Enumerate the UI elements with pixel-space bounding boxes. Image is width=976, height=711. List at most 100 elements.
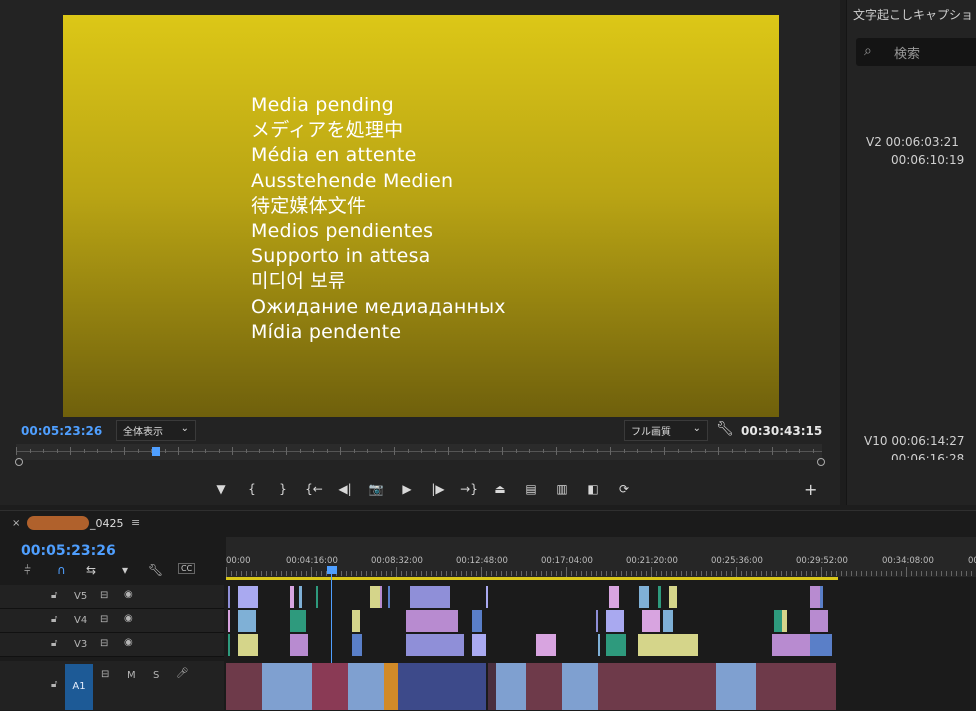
- clip-v3[interactable]: [228, 634, 230, 656]
- add-marker-button[interactable]: ▼: [210, 482, 232, 496]
- clip-v5[interactable]: [639, 586, 649, 608]
- lift-button[interactable]: ⏏: [489, 482, 511, 496]
- clip-v3[interactable]: [606, 634, 626, 656]
- mark-out-button[interactable]: }: [272, 482, 294, 496]
- clip-v5[interactable]: [380, 586, 382, 608]
- clip-a1[interactable]: [562, 663, 598, 710]
- clip-v4[interactable]: [352, 610, 360, 632]
- zoom-handle-left[interactable]: [15, 458, 23, 466]
- time-ruler[interactable]: [226, 537, 976, 577]
- snap-icon[interactable]: ⫩: [24, 563, 31, 578]
- video-frame[interactable]: Media pending メディアを処理中 Média en attente Aus…: [63, 15, 779, 417]
- sync-lock-icon[interactable]: ⊟: [100, 590, 108, 601]
- clip-v5[interactable]: [658, 586, 661, 608]
- mark-in-button[interactable]: {: [241, 482, 263, 496]
- lock-icon[interactable]: 🔓︎: [51, 614, 57, 625]
- clip-v5[interactable]: [316, 586, 318, 608]
- go-to-in-button[interactable]: {←: [303, 482, 325, 496]
- clip-v3[interactable]: [638, 634, 698, 656]
- step-forward-button[interactable]: |▶: [427, 482, 449, 496]
- clip-v3[interactable]: [536, 634, 556, 656]
- mute-button[interactable]: M: [127, 670, 136, 681]
- clip-a1[interactable]: [262, 663, 312, 710]
- clip-a1[interactable]: [756, 663, 816, 710]
- export-frame-button[interactable]: 📷: [365, 482, 387, 496]
- clip-a1[interactable]: [348, 663, 384, 710]
- lock-icon[interactable]: 🔓︎: [51, 590, 57, 601]
- clip-a1[interactable]: [816, 663, 836, 710]
- clip-v3[interactable]: [598, 634, 600, 656]
- eye-icon[interactable]: ◉: [124, 589, 133, 600]
- lock-icon[interactable]: 🔓︎: [51, 638, 57, 649]
- lock-icon[interactable]: 🔓︎: [51, 679, 57, 690]
- menu-icon[interactable]: ≡: [131, 516, 140, 529]
- clip-v4[interactable]: [642, 610, 660, 632]
- clip-v3[interactable]: [238, 634, 258, 656]
- sync-lock-icon[interactable]: ⊟: [100, 614, 108, 625]
- insert-button[interactable]: ▤: [520, 482, 542, 496]
- clip-v4[interactable]: [290, 610, 306, 632]
- zoom-select[interactable]: 全体表示 ⌄: [116, 420, 196, 441]
- captions-icon[interactable]: CC: [178, 563, 196, 574]
- clip-v4[interactable]: [238, 610, 256, 632]
- clip-v5[interactable]: [486, 586, 488, 608]
- close-icon[interactable]: ×: [12, 518, 20, 529]
- solo-button[interactable]: S: [153, 670, 159, 681]
- vr-video-button[interactable]: ⟳: [613, 482, 635, 496]
- clip-v5[interactable]: [238, 586, 258, 608]
- clip-a1[interactable]: [526, 663, 562, 710]
- clip-v4[interactable]: [663, 610, 673, 632]
- quality-select[interactable]: フル画質 ⌄: [624, 420, 708, 441]
- clip-v3[interactable]: [290, 634, 308, 656]
- clip-v4[interactable]: [774, 610, 782, 632]
- clip-a1[interactable]: [598, 663, 658, 710]
- sync-lock-icon[interactable]: ⊟: [101, 669, 109, 680]
- clip-a1[interactable]: [226, 663, 262, 710]
- caption-entry-2[interactable]: V10 00:06:14:27 00:06:16:28: [864, 434, 965, 460]
- eye-icon[interactable]: ◉: [124, 637, 133, 648]
- linked-selection-icon[interactable]: ⇆: [86, 563, 96, 577]
- clip-a1[interactable]: [398, 663, 486, 710]
- magnet-icon[interactable]: ∩: [57, 563, 66, 577]
- clip-v5[interactable]: [609, 586, 619, 608]
- zoom-handle-right[interactable]: [817, 458, 825, 466]
- clip-v5[interactable]: [388, 586, 390, 608]
- work-area-bar[interactable]: [226, 577, 838, 580]
- go-to-out-button[interactable]: →}: [458, 482, 480, 496]
- track-target-a1[interactable]: A1: [65, 664, 93, 710]
- clip-v5[interactable]: [228, 586, 230, 608]
- clip-v4[interactable]: [406, 610, 458, 632]
- clip-v5[interactable]: [669, 586, 677, 608]
- microphone-icon[interactable]: 🎤︎: [176, 668, 189, 679]
- clip-a1[interactable]: [716, 663, 756, 710]
- clip-v4[interactable]: [782, 610, 787, 632]
- play-button[interactable]: ▶: [396, 482, 418, 496]
- clip-v3[interactable]: [352, 634, 362, 656]
- clip-v5[interactable]: [820, 586, 823, 608]
- wrench-icon[interactable]: 🔧︎: [716, 421, 734, 437]
- sequence-name[interactable]: _0425: [90, 517, 124, 530]
- clip-v4[interactable]: [606, 610, 624, 632]
- caption-entry-1[interactable]: V2 00:06:03:21 00:06:10:19: [866, 135, 964, 167]
- clip-v3[interactable]: [472, 634, 486, 656]
- add-button[interactable]: +: [804, 480, 817, 499]
- eye-icon[interactable]: ◉: [124, 613, 133, 624]
- wrench-icon[interactable]: 🔧︎: [148, 563, 163, 577]
- marker-icon[interactable]: ▾: [122, 563, 128, 577]
- clip-v5[interactable]: [299, 586, 302, 608]
- panel-title[interactable]: 文字起こしキャプショ: [853, 6, 973, 23]
- clip-v5[interactable]: [290, 586, 294, 608]
- program-timecode[interactable]: 00:05:23:26: [21, 424, 102, 438]
- timeline-timecode[interactable]: 00:05:23:26: [21, 543, 116, 559]
- sync-lock-icon[interactable]: ⊟: [100, 638, 108, 649]
- clip-v4[interactable]: [596, 610, 598, 632]
- playhead-marker[interactable]: [152, 447, 160, 456]
- step-back-button[interactable]: ◀|: [334, 482, 356, 496]
- monitor-scrubber[interactable]: [16, 444, 822, 460]
- clip-v4[interactable]: [228, 610, 230, 632]
- clip-a1[interactable]: [312, 663, 348, 710]
- clip-v3[interactable]: [406, 634, 464, 656]
- timeline-tracks[interactable]: [226, 585, 976, 710]
- clip-v3[interactable]: [810, 634, 832, 656]
- compare-view-button[interactable]: ◧: [582, 482, 604, 496]
